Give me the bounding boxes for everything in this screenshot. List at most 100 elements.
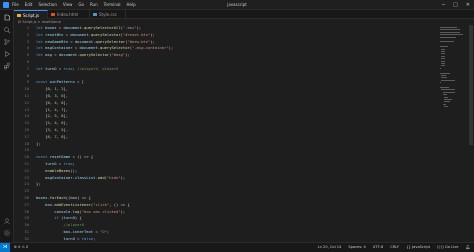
minimap-line xyxy=(441,51,446,52)
code-line[interactable] xyxy=(36,59,173,66)
minimap-line xyxy=(440,27,458,28)
code-line[interactable]: }; xyxy=(36,181,173,188)
minimap-line xyxy=(441,77,447,79)
line-number: 31 xyxy=(24,228,29,234)
end-of-line[interactable]: CRLF xyxy=(390,243,399,252)
code-line[interactable]: let msg = document.querySelector("#msg")… xyxy=(36,52,173,59)
code-line[interactable] xyxy=(36,147,173,154)
problems-indicator[interactable]: ⊗ 0 ⚠ 0 xyxy=(14,243,28,252)
code-line[interactable]: let newGameBtn = document.querySelector(… xyxy=(36,39,173,46)
minimap-line xyxy=(444,96,448,98)
code-line[interactable]: [0, 4, 8], xyxy=(36,100,173,107)
go-live-button[interactable]: ((·)) Go Live xyxy=(437,243,458,252)
tab-style-css[interactable]: Style.css xyxy=(90,10,126,19)
line-number: 19 xyxy=(24,147,29,153)
line-number: 23 xyxy=(24,174,29,180)
code-line[interactable]: let boxes = document.querySelectorAll(".… xyxy=(36,25,173,32)
code-line[interactable]: box.addEventListener("click", () => { xyxy=(36,202,173,209)
scrollbar-thumb[interactable] xyxy=(469,25,473,145)
extensions-icon[interactable] xyxy=(3,62,11,70)
code-line[interactable]: let turnO = true; //playerX, playerO xyxy=(36,66,173,73)
line-number: 10 xyxy=(24,86,29,92)
minimap-line xyxy=(440,67,441,69)
language-mode[interactable]: {} JavaScript xyxy=(406,243,430,252)
code-line[interactable] xyxy=(36,73,173,80)
minimap-line xyxy=(444,106,448,108)
tab-script-js[interactable]: Script.js xyxy=(14,10,48,19)
search-icon[interactable] xyxy=(3,26,11,34)
code-line[interactable]: let msgContainer = document.querySelecto… xyxy=(36,45,173,52)
vertical-scrollbar[interactable] xyxy=(468,25,474,242)
code-line[interactable]: turnO = true; xyxy=(36,161,173,168)
code-line[interactable]: //playerO xyxy=(36,222,173,229)
code-area[interactable]: let boxes = document.querySelectorAll(".… xyxy=(36,25,173,252)
settings-icon[interactable] xyxy=(3,229,11,237)
css-file-icon xyxy=(93,13,97,16)
code-line[interactable]: [3, 4, 5], xyxy=(36,127,173,134)
tab-index-html[interactable]: Index.html xyxy=(48,10,90,19)
code-line[interactable]: console.log("box was clicked"); xyxy=(36,209,173,216)
line-number: 27 xyxy=(24,201,29,207)
tab-label: Script.js xyxy=(23,13,40,18)
minimap-line xyxy=(440,29,460,31)
code-line[interactable]: [2, 5, 8], xyxy=(36,113,173,120)
minimap[interactable] xyxy=(440,25,466,145)
remote-icon[interactable]: ⋊ xyxy=(0,243,10,252)
minimap-line xyxy=(440,36,456,38)
minimap-line xyxy=(440,41,454,43)
code-line[interactable]: boxes.forEach((box) => { xyxy=(36,195,173,202)
minimap-line xyxy=(441,48,446,50)
minimap-line xyxy=(442,103,446,105)
line-number-gutter: 1 2 3 4 5 6 7 8 9 10 11 12 13 14 15 16 17 18 19 20 21 22 23 24 2… xyxy=(14,25,32,252)
code-line[interactable]: if (turnO) { xyxy=(36,215,173,222)
minimap-line xyxy=(440,46,448,48)
indentation[interactable]: Spaces: 4 xyxy=(348,243,365,252)
minimize-icon[interactable]: ─ xyxy=(442,1,445,9)
minimap-line xyxy=(440,31,460,33)
line-number: 9 xyxy=(26,79,29,85)
code-line[interactable]: enableBoxes(); xyxy=(36,168,173,175)
html-file-icon xyxy=(51,13,55,16)
line-number: 29 xyxy=(24,215,29,221)
code-line[interactable]: [0, 3, 6], xyxy=(36,93,173,100)
code-line[interactable]: box.innerText = "O"; xyxy=(36,229,173,236)
code-line[interactable]: let resetBtn = document.querySelector("#… xyxy=(36,32,173,39)
code-line[interactable]: [2, 4, 6], xyxy=(36,120,173,127)
code-line[interactable]: const winPatterns = [ xyxy=(36,79,173,86)
line-number: 2 xyxy=(26,31,29,37)
line-number: 7 xyxy=(26,65,29,71)
close-icon[interactable]: ✕ xyxy=(466,1,470,9)
code-line[interactable]: [6, 7, 8], xyxy=(36,134,173,141)
status-bar: ⋊ ⊗ 0 ⚠ 0 Ln 20, Col 14 Spaces: 4 UTF-8 … xyxy=(0,242,474,252)
line-number: 4 xyxy=(26,45,29,51)
code-line[interactable]: [1, 4, 7], xyxy=(36,107,173,114)
code-editor[interactable]: 1 2 3 4 5 6 7 8 9 10 11 12 13 14 15 16 17 18 19 20 21 22 23 24 2… xyxy=(14,25,474,252)
line-number: 18 xyxy=(24,140,29,146)
minimap-line xyxy=(441,53,446,55)
code-line[interactable]: ]; xyxy=(36,141,173,148)
minimap-line xyxy=(441,55,446,57)
account-icon[interactable] xyxy=(3,217,11,225)
code-line[interactable]: [0, 1, 2], xyxy=(36,86,173,93)
code-line[interactable]: msgContainer.classList.add("hide"); xyxy=(36,175,173,182)
code-line[interactable] xyxy=(36,188,173,195)
line-number: 14 xyxy=(24,113,29,119)
source-control-icon[interactable] xyxy=(3,38,11,46)
files-icon[interactable] xyxy=(3,14,11,22)
minimap-line xyxy=(441,60,446,62)
run-debug-icon[interactable] xyxy=(3,50,11,58)
cursor-position[interactable]: Ln 20, Col 14 xyxy=(318,243,342,252)
line-number: 25 xyxy=(24,188,29,194)
javascript-file-icon xyxy=(17,14,21,17)
code-line[interactable]: const resetGame = () => { xyxy=(36,154,173,161)
line-number: 22 xyxy=(24,167,29,173)
notifications-icon[interactable]: 🔔︎ xyxy=(465,243,470,252)
minimap-line xyxy=(442,94,448,96)
minimap-line xyxy=(441,65,446,67)
tab-label: Index.html xyxy=(57,12,79,17)
minimap-line xyxy=(440,82,441,84)
maximize-icon[interactable]: □ xyxy=(453,1,458,9)
line-number: 17 xyxy=(24,133,29,139)
activity-bar xyxy=(0,10,14,242)
encoding[interactable]: UTF-8 xyxy=(373,243,383,252)
